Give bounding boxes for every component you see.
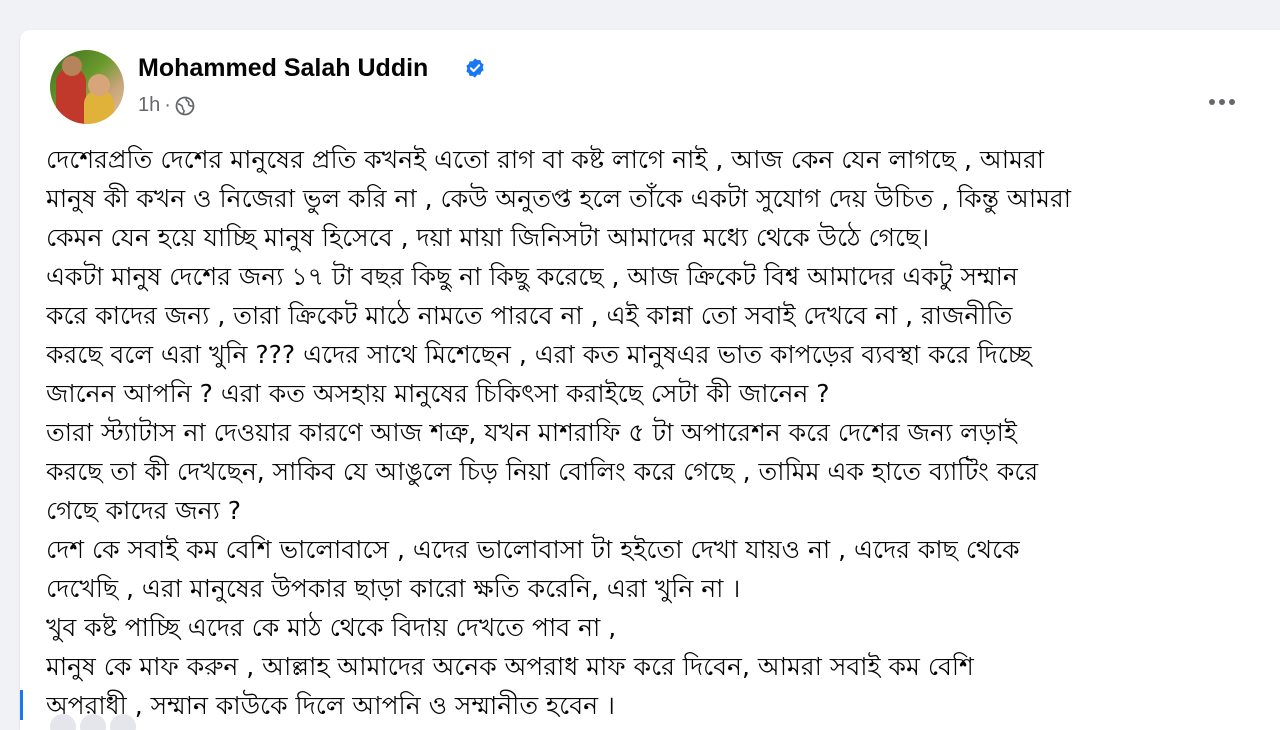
focus-accent: [20, 690, 23, 720]
post-text-line: জানেন আপনি ? এরা কত অসহায় মানুষের চিকিৎ…: [46, 379, 830, 408]
globe-icon[interactable]: [175, 96, 195, 116]
post-text-line: খুব কষ্ট পাচ্ছি এদের কে মাঠ থেকে বিদায় …: [46, 613, 617, 642]
post-meta: 1h ·: [138, 94, 195, 117]
post-text-line: মানুষ কী কখন ও নিজেরা ভুল করি না , কেউ অ…: [46, 184, 1072, 213]
avatar-figure: [56, 68, 86, 124]
reaction-icon: [80, 714, 106, 730]
meta-separator: ·: [164, 94, 171, 116]
verified-badge-icon: [466, 58, 484, 78]
post-text-line: অপরাধী , সম্মান কাউকে দিলে আপনি ও সম্মান…: [46, 691, 615, 720]
avatar[interactable]: [50, 50, 124, 124]
more-options-icon: [1219, 99, 1225, 105]
avatar-figure: [62, 56, 82, 76]
reaction-icon: [50, 714, 76, 730]
post-text-line: দেশেরপ্রতি দেশের মানুষের প্রতি কখনই এতো …: [46, 145, 1044, 174]
more-options-icon: [1209, 99, 1215, 105]
post-text-line: কেমন যেন হয়ে যাচ্ছি মানুষ হিসেবে , দয়া…: [46, 223, 930, 252]
reactions-row[interactable]: [50, 714, 170, 730]
author-name[interactable]: Mohammed Salah Uddin: [138, 54, 428, 83]
more-options-icon: [1229, 99, 1235, 105]
post-text-line: দেশ কে সবাই কম বেশি ভালোবাসে , এদের ভালো…: [46, 535, 1020, 564]
post-text-line: মানুষ কে মাফ করুন , আল্লাহ আমাদের অনেক অ…: [46, 652, 974, 681]
reaction-icon: [110, 714, 136, 730]
post-text-line: তারা স্ট্যাটাস না দেওয়ার কারণে আজ শত্রু…: [46, 418, 1017, 447]
post-text-line: করে কাদের জন্য , তারা ক্রিকেট মাঠে নামতে…: [46, 301, 1013, 330]
avatar-figure: [88, 74, 110, 96]
post-text-line: একটা মানুষ দেশের জন্য ১৭ টা বছর কিছু না …: [46, 262, 1018, 291]
post-text-line: করছে তা কী দেখছেন, সাকিব যে আঙুলে চিড় ন…: [46, 457, 1039, 486]
post-time[interactable]: 1h: [138, 94, 160, 117]
post-body: দেশেরপ্রতি দেশের মানুষের প্রতি কখনই এতো …: [46, 140, 1266, 725]
post-card: Mohammed Salah Uddin 1h · দেশেরপ্রতি দেশ…: [20, 30, 1280, 730]
post-header: Mohammed Salah Uddin 1h ·: [50, 50, 1250, 130]
post-text-line: দেখেছি , এরা মানুষের উপকার ছাড়া কারো ক্…: [46, 574, 741, 603]
more-options-button[interactable]: [1200, 80, 1244, 124]
post-text-line: গেছে কাদের জন্য ?: [46, 496, 242, 525]
post-text-line: করছে বলে এরা খুনি ??? এদের সাথে মিশেছেন …: [46, 340, 1032, 369]
